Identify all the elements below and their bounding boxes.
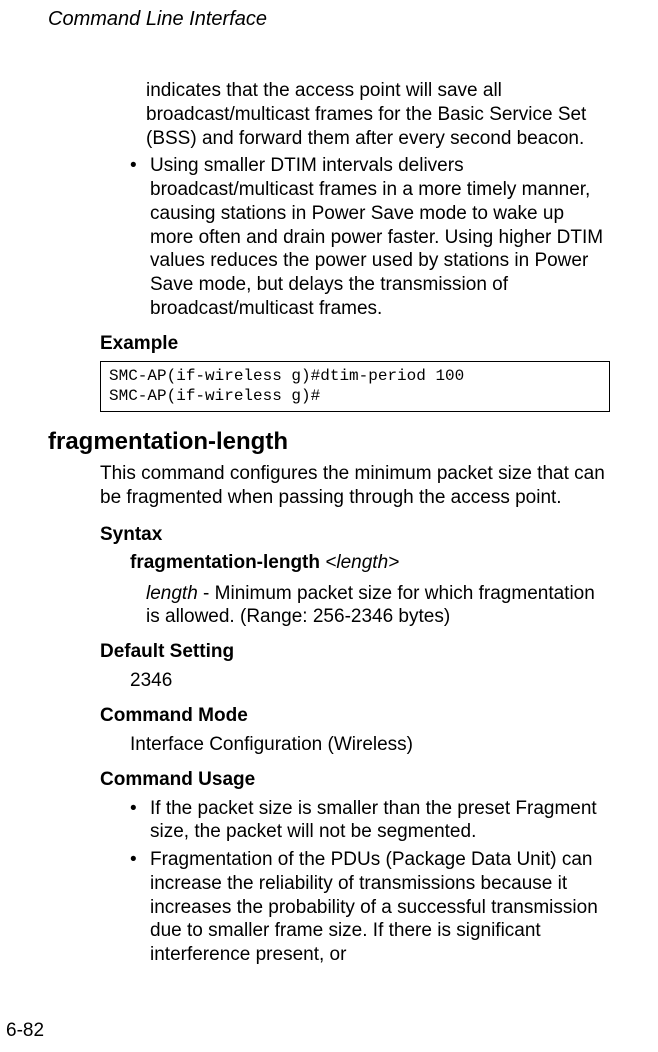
usage-bullet-1: If the packet size is smaller than the p… <box>130 797 610 845</box>
continued-paragraph: indicates that the access point will sav… <box>146 79 610 150</box>
command-usage-label: Command Usage <box>100 769 610 791</box>
syntax-line: fragmentation-length <length> <box>130 552 610 574</box>
running-header: Command Line Interface <box>48 8 610 31</box>
syntax-arg: <length> <box>325 552 399 573</box>
page-number: 6-82 <box>6 1020 44 1042</box>
syntax-arg-rest: - Minimum packet size for which fragment… <box>146 583 595 628</box>
syntax-arg-term: length <box>146 583 198 604</box>
page: Command Line Interface indicates that th… <box>0 0 658 1052</box>
command-description: This command configures the minimum pack… <box>100 462 610 510</box>
usage-bullet-2: Fragmentation of the PDUs (Package Data … <box>130 848 610 967</box>
command-heading: fragmentation-length <box>48 428 610 456</box>
syntax-command: fragmentation-length <box>130 552 320 573</box>
command-mode-value: Interface Configuration (Wireless) <box>130 733 610 757</box>
syntax-label: Syntax <box>100 524 610 546</box>
example-code-block: SMC-AP(if-wireless g)#dtim-period 100 SM… <box>100 361 610 413</box>
command-mode-label: Command Mode <box>100 705 610 727</box>
example-label: Example <box>100 333 610 355</box>
syntax-arg-description: length - Minimum packet size for which f… <box>146 582 610 630</box>
bullet-dtim-usage: Using smaller DTIM intervals delivers br… <box>130 154 610 320</box>
default-setting-value: 2346 <box>130 669 610 693</box>
default-setting-label: Default Setting <box>100 641 610 663</box>
